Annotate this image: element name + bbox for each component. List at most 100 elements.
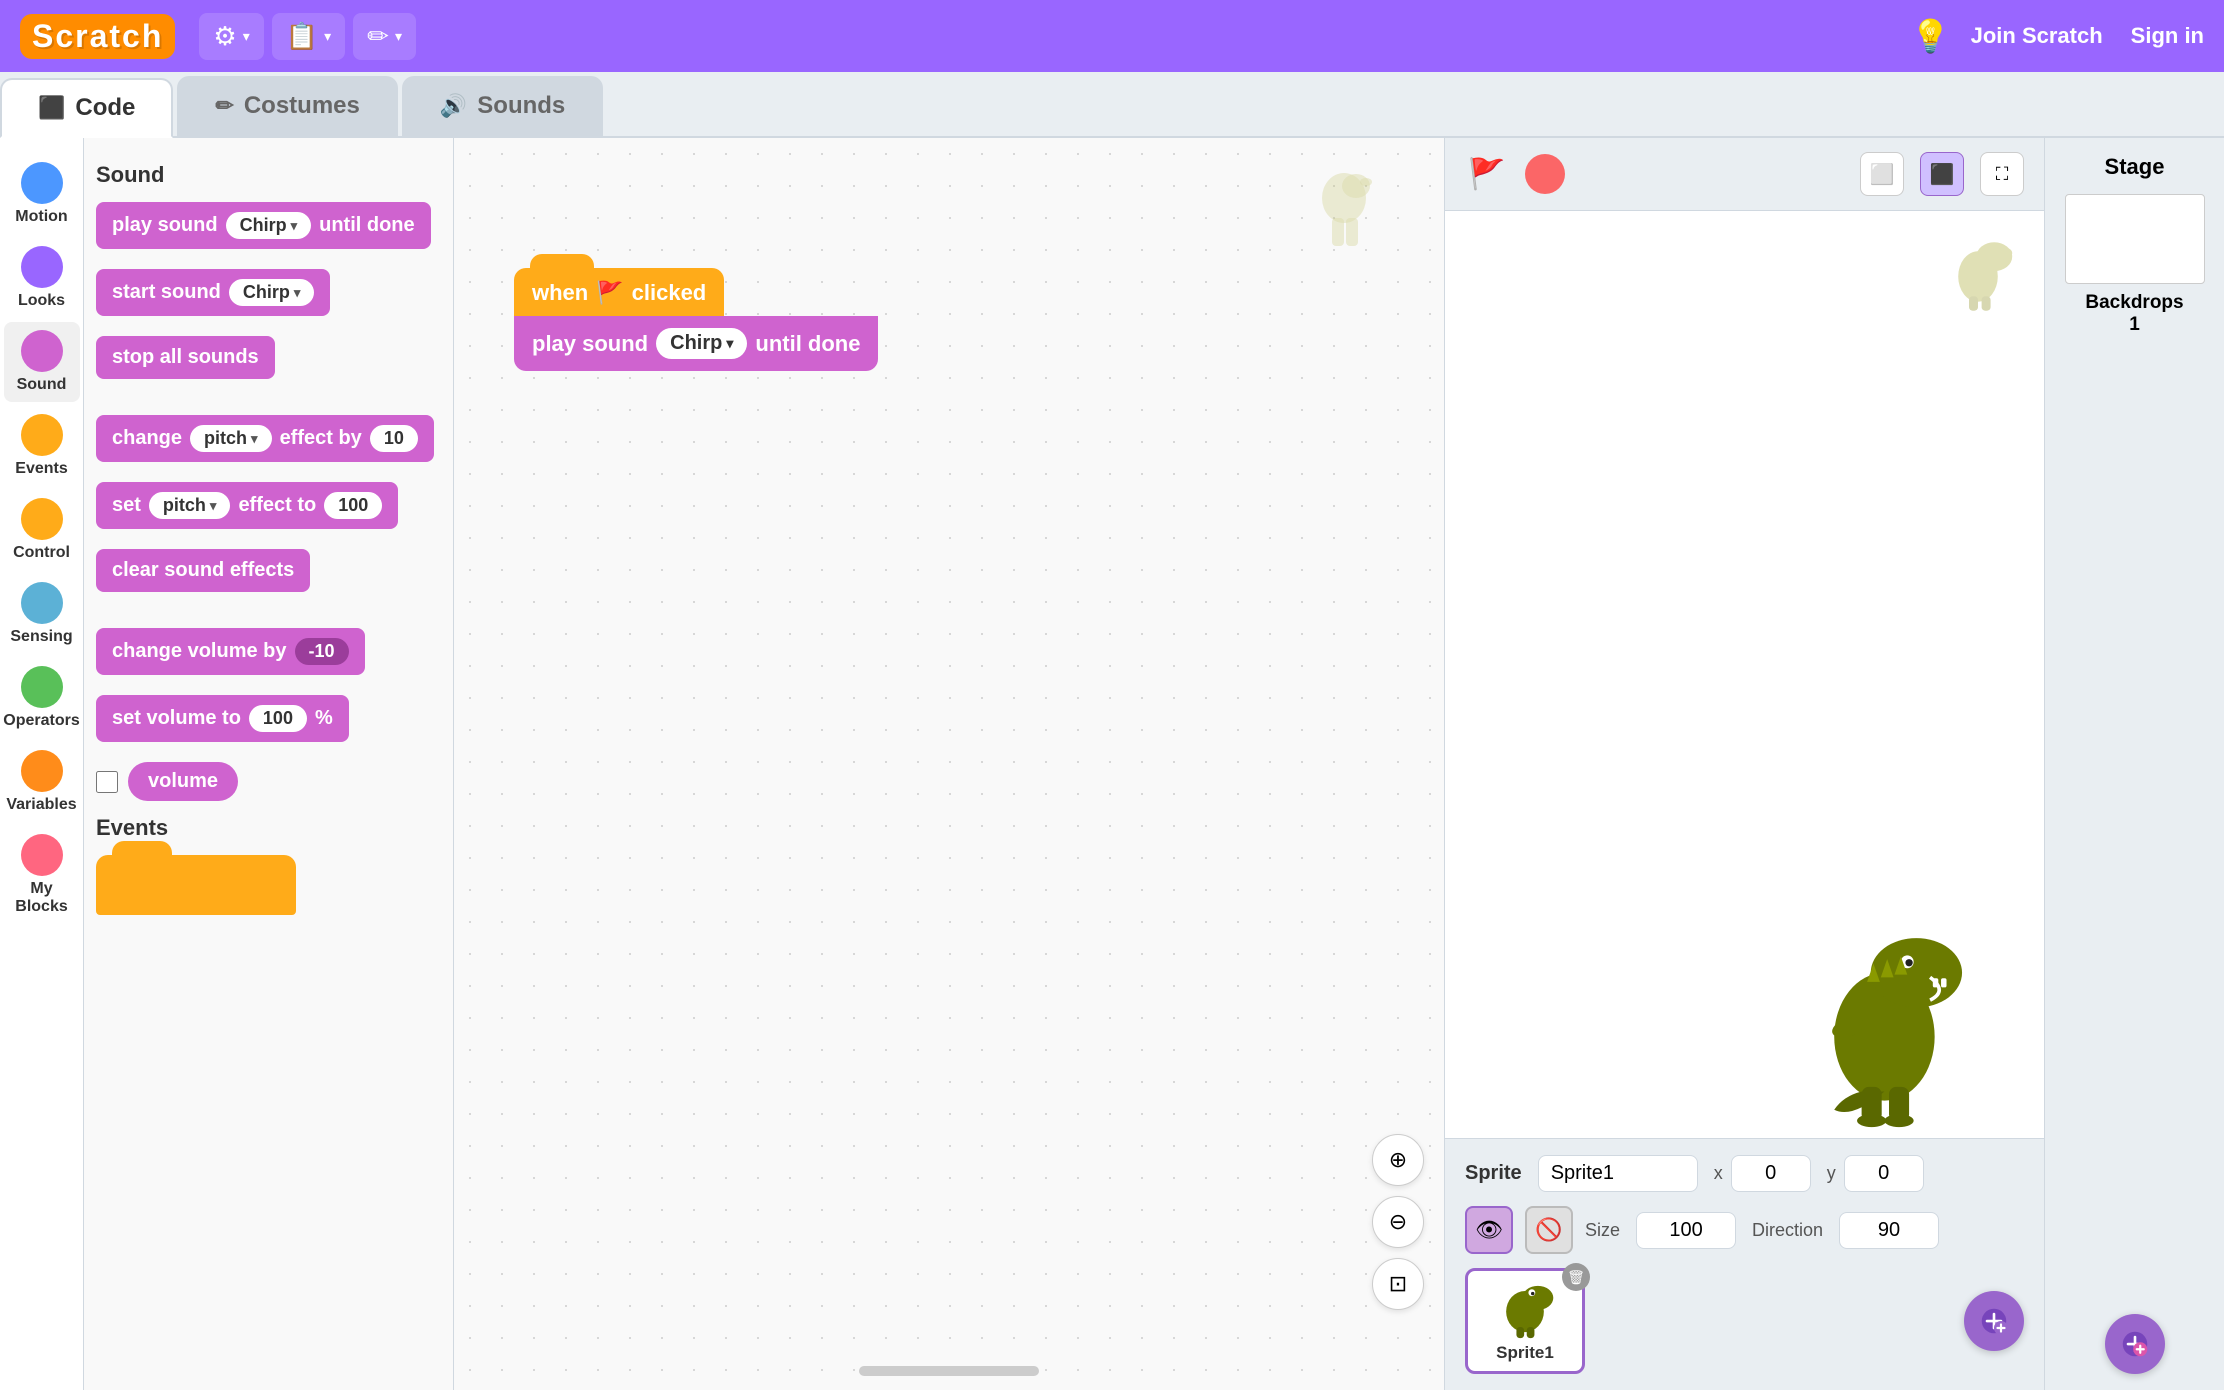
sidebar-item-looks[interactable]: Looks [4, 238, 80, 318]
events-hat-block[interactable] [96, 855, 296, 915]
blocks-panel: Sound play sound Chirp ▾ until done star… [84, 138, 454, 1390]
stop-button[interactable] [1525, 154, 1565, 194]
show-button[interactable]: 👁 [1465, 1206, 1513, 1254]
zoom-in-icon: ⊕ [1389, 1147, 1407, 1173]
pitch-pill-1[interactable]: pitch ▾ [190, 425, 272, 452]
block-set-volume[interactable]: set volume to 100 % [96, 695, 349, 742]
stage-right-panel: Stage Backdrops 1 [2044, 138, 2224, 1390]
tab-costumes[interactable]: ✏ Costumes [177, 76, 397, 136]
variables-label: Variables [6, 796, 76, 814]
stage-small-view-button[interactable]: ⬜ [1860, 152, 1904, 196]
pitch-val-1[interactable]: 10 [370, 425, 418, 452]
when-flag-clicked-block[interactable]: when 🚩 clicked [514, 268, 724, 318]
sprite-label: Sprite [1465, 1162, 1522, 1185]
sidebar-item-variables[interactable]: Variables [4, 742, 80, 822]
volume-checkbox[interactable] [96, 771, 118, 793]
block-clear-sound-effects[interactable]: clear sound effects [96, 549, 310, 592]
costumes-icon: ✏ [215, 93, 233, 119]
pitch-pill-2[interactable]: pitch ▾ [149, 492, 231, 519]
green-flag-button[interactable]: 🚩 [1465, 152, 1509, 196]
tab-sounds[interactable]: 🔊 Sounds [402, 76, 603, 136]
size-label: Size [1585, 1220, 1620, 1241]
direction-input[interactable] [1839, 1212, 1939, 1249]
sprite-delete-button[interactable]: 🗑 [1562, 1263, 1590, 1291]
block-stop-all-sounds[interactable]: stop all sounds [96, 336, 275, 379]
y-input[interactable] [1844, 1155, 1924, 1192]
backdrops-count: 1 [2129, 314, 2140, 336]
sidebar-item-sound[interactable]: Sound [4, 322, 80, 402]
sidebar-item-motion[interactable]: Motion [4, 154, 80, 234]
zoom-out-icon: ⊖ [1389, 1209, 1407, 1235]
block-set-pitch[interactable]: set pitch ▾ effect to 100 [96, 482, 398, 529]
stage-normal-view-button[interactable]: ⬛ [1920, 152, 1964, 196]
edit-button[interactable]: ✏ ▾ [353, 13, 416, 60]
tab-code[interactable]: ⬛ Code [0, 78, 173, 138]
block-change-volume[interactable]: change volume by -10 [96, 628, 365, 675]
sign-in-link[interactable]: Sign in [2131, 23, 2204, 49]
sidebar-item-sensing[interactable]: Sensing [4, 574, 80, 654]
block-change-pitch[interactable]: change pitch ▾ effect by 10 [96, 415, 434, 462]
when-text: when [532, 280, 588, 306]
sound-label: Sound [17, 376, 67, 394]
copy-button[interactable]: 📋 ▾ [272, 13, 345, 60]
sprite-name-input[interactable] [1538, 1155, 1698, 1192]
settings-button[interactable]: ⚙ ▾ [199, 13, 263, 60]
category-sidebar: Motion Looks Sound Events Control Sensin… [0, 138, 84, 1390]
zoom-out-button[interactable]: ⊖ [1372, 1196, 1424, 1248]
add-sprite-icon [1980, 1307, 2008, 1335]
join-scratch-link[interactable]: Join Scratch [1971, 23, 2103, 49]
block-start-sound[interactable]: start sound Chirp ▾ [96, 269, 330, 316]
main-layout: Motion Looks Sound Events Control Sensin… [0, 138, 2224, 1390]
volume-reporter[interactable]: volume [128, 762, 238, 801]
volume-neg-val[interactable]: -10 [295, 638, 349, 665]
stop-all-sounds-text: stop all sounds [112, 346, 259, 369]
stage-backdrop-thumb[interactable] [2065, 194, 2205, 284]
volume-checkbox-row: volume [96, 762, 441, 801]
sidebar-item-myblocks[interactable]: My Blocks [4, 826, 80, 924]
stage-fullscreen-button[interactable]: ⛶ [1980, 152, 2024, 196]
sprite-thumb-sprite1[interactable]: 🗑 Sprite1 [1465, 1268, 1585, 1374]
scratch-logo[interactable]: Scratch [20, 14, 175, 59]
play-sound-block[interactable]: play sound Chirp ▾ until done [514, 316, 878, 371]
hide-button[interactable]: 🚫 [1525, 1206, 1573, 1254]
motion-dot [21, 162, 63, 204]
add-backdrop-icon [2121, 1330, 2149, 1358]
sidebar-item-events[interactable]: Events [4, 406, 80, 486]
chirp-pill-1[interactable]: Chirp ▾ [226, 212, 312, 239]
tab-sounds-label: Sounds [477, 92, 565, 120]
until-done-block-text: until done [755, 331, 860, 357]
stage-panel-label: Stage [2105, 154, 2165, 180]
small-dino-decoration [1942, 231, 2014, 313]
pitch-val-2[interactable]: 100 [324, 492, 382, 519]
sidebar-item-operators[interactable]: Operators [4, 658, 80, 738]
zoom-in-button[interactable]: ⊕ [1372, 1134, 1424, 1186]
x-label: x [1714, 1163, 1723, 1184]
fit-icon: ⊡ [1389, 1271, 1407, 1297]
main-dino-sprite[interactable] [1794, 918, 1984, 1128]
script-dino-decoration [1304, 168, 1384, 258]
sidebar-item-control[interactable]: Control [4, 490, 80, 570]
until-done-text: until done [319, 214, 415, 237]
control-label: Control [13, 544, 70, 562]
clear-sound-effects-text: clear sound effects [112, 559, 294, 582]
sound-section-title: Sound [96, 162, 441, 188]
script-area[interactable]: when 🚩 clicked play sound Chirp ▾ until … [454, 138, 1444, 1390]
chirp-pill-script[interactable]: Chirp ▾ [656, 328, 747, 359]
green-flag-icon-block: 🚩 [596, 280, 623, 306]
script-scrollbar[interactable] [859, 1366, 1039, 1376]
add-sprite-button[interactable] [1964, 1291, 2024, 1351]
size-input[interactable] [1636, 1212, 1736, 1249]
fit-screen-button[interactable]: ⊡ [1372, 1258, 1424, 1310]
events-section-title: Events [96, 815, 441, 841]
lightbulb-icon[interactable]: 💡 [1911, 17, 1951, 55]
tab-code-label: Code [75, 94, 135, 122]
block-play-sound-until-done[interactable]: play sound Chirp ▾ until done [96, 202, 431, 249]
play-sound-block-text: play sound [532, 331, 648, 357]
motion-label: Motion [15, 208, 67, 226]
looks-dot [21, 246, 63, 288]
chirp-pill-2[interactable]: Chirp ▾ [229, 279, 315, 306]
add-backdrop-button[interactable] [2105, 1314, 2165, 1374]
variables-dot [21, 750, 63, 792]
x-input[interactable] [1731, 1155, 1811, 1192]
volume-val[interactable]: 100 [249, 705, 307, 732]
